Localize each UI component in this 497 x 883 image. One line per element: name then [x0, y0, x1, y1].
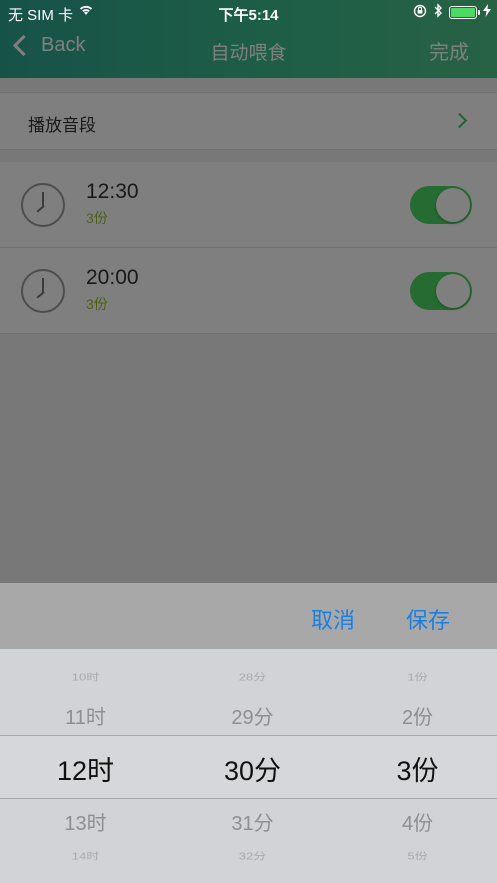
hour-option[interactable]: 14时 — [3, 848, 168, 862]
portion-selected[interactable]: 3份 — [335, 749, 497, 788]
minute-option[interactable]: 32分 — [170, 848, 335, 862]
charging-icon — [483, 4, 491, 21]
portion-option[interactable]: 2份 — [335, 701, 497, 730]
minute-option[interactable]: 28分 — [170, 669, 335, 683]
status-bar: 无 SIM 卡 下午5:14 — [0, 0, 497, 26]
hour-option[interactable]: 11时 — [3, 701, 168, 730]
battery-icon — [449, 6, 480, 19]
cancel-button[interactable]: 取消 — [311, 603, 355, 635]
portion-wheel[interactable]: 1份 2份 3份 4份 5份 — [335, 649, 497, 883]
portion-option[interactable]: 5份 — [335, 848, 497, 862]
rotation-lock-icon — [413, 4, 427, 22]
minute-selected[interactable]: 30分 — [170, 749, 335, 788]
minute-wheel[interactable]: 28分 29分 30分 31分 32分 — [170, 649, 335, 883]
portion-option[interactable]: 1份 — [335, 669, 497, 683]
bluetooth-icon — [433, 3, 443, 22]
hour-wheel[interactable]: 10时 11时 12时 13时 14时 — [3, 649, 168, 883]
minute-option[interactable]: 31分 — [170, 807, 335, 836]
minute-option[interactable]: 29分 — [170, 701, 335, 730]
save-button[interactable]: 保存 — [406, 603, 450, 635]
portion-option[interactable]: 4份 — [335, 807, 497, 836]
hour-selected[interactable]: 12时 — [3, 749, 168, 788]
hour-option[interactable]: 10时 — [3, 669, 168, 683]
time-portion-picker: 10时 11时 12时 13时 14时 28分 29分 30分 31分 32分 … — [0, 649, 497, 883]
hour-option[interactable]: 13时 — [3, 807, 168, 836]
picker-toolbar: 取消 保存 — [0, 583, 497, 649]
